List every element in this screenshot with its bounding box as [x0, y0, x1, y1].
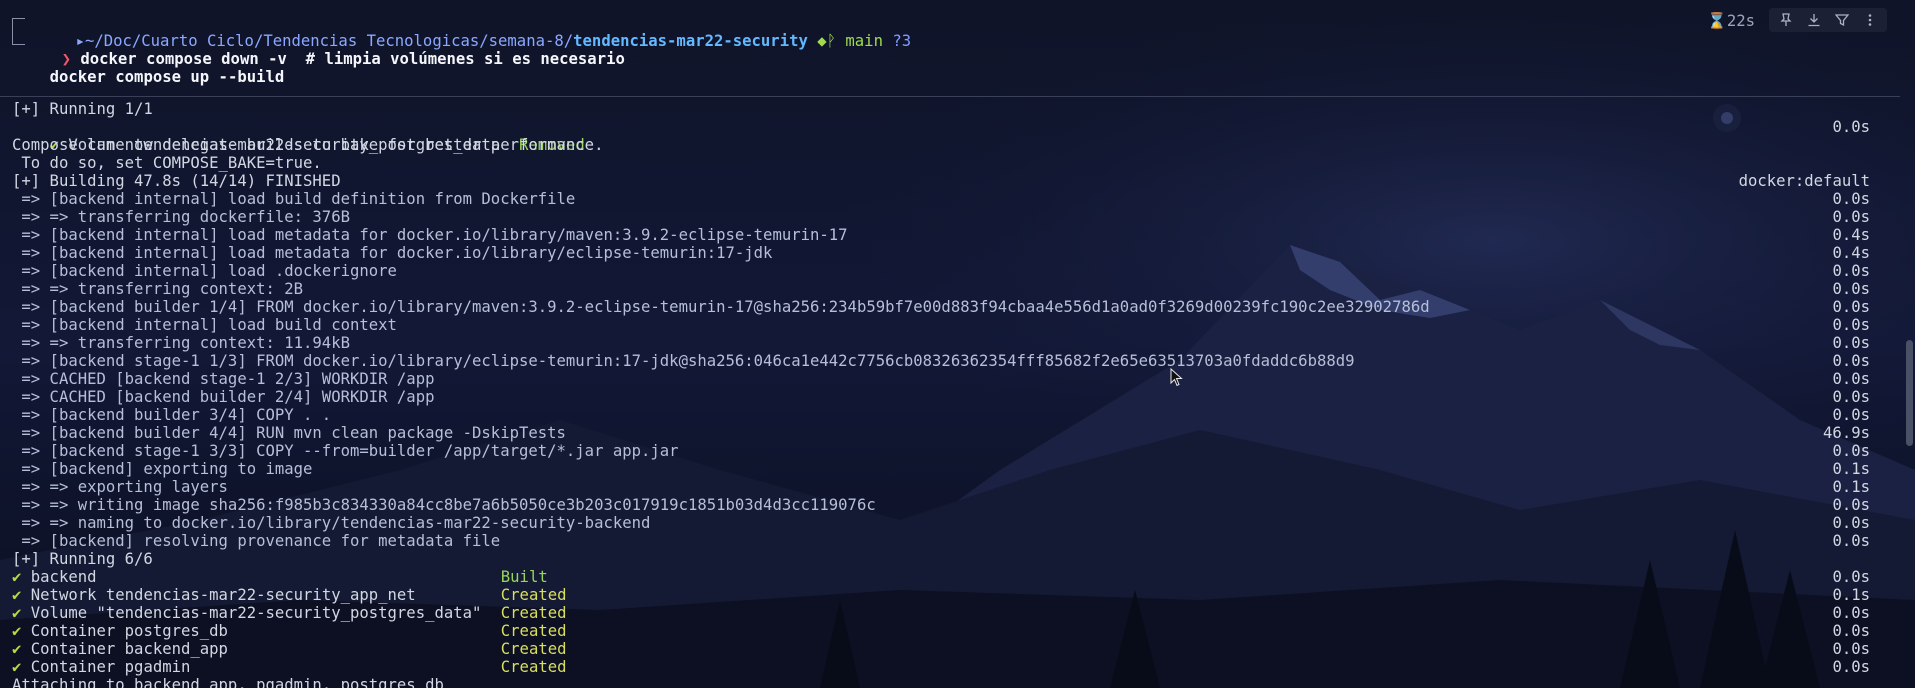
command-line-2: docker compose up --build: [49, 68, 285, 86]
volume-removed-time: 0.0s: [1832, 118, 1870, 136]
git-status: ?3: [892, 32, 912, 50]
build-step-time: 0.0s: [1832, 352, 1870, 370]
build-step-time: 46.9s: [1823, 424, 1870, 442]
output-running-1: [+] Running 1/1: [12, 100, 153, 118]
build-step-line: => [backend stage-1 3/3] COPY --from=bui…: [12, 442, 679, 460]
service-status: Created: [500, 586, 567, 604]
build-step-time: 0.0s: [1832, 316, 1870, 334]
service-time: 0.0s: [1832, 622, 1870, 640]
build-step-line: => => exporting layers: [12, 478, 228, 496]
build-step-line: => [backend stage-1 1/3] FROM docker.io/…: [12, 352, 1355, 370]
build-step-line: => [backend internal] load metadata for …: [12, 226, 848, 244]
build-step-time: 0.4s: [1832, 226, 1870, 244]
build-step-line: => => writing image sha256:f985b3c834330…: [12, 496, 876, 514]
builder-name: docker:default: [1738, 172, 1870, 190]
terminal-toolbar: [1769, 8, 1887, 32]
service-line: ✔ Network tendencias-mar22-security_app_…: [12, 586, 567, 604]
separator-line: [0, 96, 1900, 97]
prompt-input-line: ❯ docker compose down -v # limpia volúme…: [24, 32, 625, 68]
attaching-line: Attaching to backend_app, pgadmin, postg…: [12, 676, 444, 688]
git-icon: ◆: [817, 32, 827, 50]
build-step-time: 0.1s: [1832, 460, 1870, 478]
check-icon: ✔: [12, 568, 22, 586]
service-status: Created: [500, 622, 567, 640]
build-step-line: => => transferring dockerfile: 376B: [12, 208, 350, 226]
build-step-time: 0.0s: [1832, 208, 1870, 226]
build-step-line: => [backend builder 4/4] RUN mvn clean p…: [12, 424, 566, 442]
service-time: 0.0s: [1832, 658, 1870, 676]
git-branch: main: [845, 32, 883, 50]
service-status: Built: [500, 568, 548, 586]
build-step-line: => [backend] resolving provenance for me…: [12, 532, 501, 550]
service-status: Created: [500, 604, 567, 622]
build-step-line: => => transferring context: 11.94kB: [12, 334, 350, 352]
build-step-line: => => naming to docker.io/library/tenden…: [12, 514, 651, 532]
build-step-time: 0.4s: [1832, 244, 1870, 262]
service-line: ✔ backend Built: [12, 568, 548, 586]
service-time: 0.0s: [1832, 568, 1870, 586]
build-step-time: 0.0s: [1832, 298, 1870, 316]
build-step-time: 0.0s: [1832, 532, 1870, 550]
build-step-line: => [backend builder 1/4] FROM docker.io/…: [12, 298, 1430, 316]
build-step-time: 0.0s: [1832, 280, 1870, 298]
build-step-time: 0.0s: [1832, 496, 1870, 514]
build-step-line: => [backend internal] load metadata for …: [12, 244, 773, 262]
scrollbar-thumb[interactable]: [1906, 340, 1913, 446]
service-time: 0.0s: [1832, 604, 1870, 622]
service-time: 0.0s: [1832, 640, 1870, 658]
build-step-line: => CACHED [backend builder 2/4] WORKDIR …: [12, 388, 435, 406]
service-name: Container backend_app: [30, 640, 228, 658]
more-icon[interactable]: [1861, 11, 1879, 29]
service-line: ✔ Container backend_app Created: [12, 640, 567, 658]
building-header: [+] Building 47.8s (14/14) FINISHED: [12, 172, 341, 190]
build-step-time: 0.0s: [1832, 406, 1870, 424]
service-name: Volume "tendencias-mar22-security_postgr…: [30, 604, 482, 622]
command-duration: ⌛22s: [1707, 12, 1755, 30]
command-line-2-row: docker compose up --build: [12, 50, 285, 86]
service-line: ✔ Volume "tendencias-mar22-security_post…: [12, 604, 567, 622]
build-step-time: 0.0s: [1832, 514, 1870, 532]
build-step-time: 0.0s: [1832, 262, 1870, 280]
build-step-line: => [backend internal] load build context: [12, 316, 397, 334]
prompt-line: ▸~/Doc/Cuarto Ciclo/Tendencias Tecnologi…: [38, 14, 912, 50]
service-name: Container postgres_db: [30, 622, 228, 640]
branch-icon: ᚹ: [826, 32, 837, 50]
build-step-line: => [backend internal] load .dockerignore: [12, 262, 397, 280]
build-step-time: 0.1s: [1832, 478, 1870, 496]
build-step-time: 0.0s: [1832, 370, 1870, 388]
check-icon: ✔: [12, 622, 22, 640]
build-step-line: => [backend] exporting to image: [12, 460, 313, 478]
service-name: backend: [30, 568, 97, 586]
service-status: Created: [500, 640, 567, 658]
mouse-cursor-icon: [1170, 368, 1183, 387]
filter-icon[interactable]: [1833, 11, 1851, 29]
service-time: 0.1s: [1832, 586, 1870, 604]
build-step-line: => [backend internal] load build definit…: [12, 190, 576, 208]
download-icon[interactable]: [1805, 11, 1823, 29]
service-status: Created: [500, 658, 567, 676]
check-icon: ✔: [12, 586, 22, 604]
build-step-line: => CACHED [backend stage-1 2/3] WORKDIR …: [12, 370, 435, 388]
volume-removed-line: ✔ Volume tendencias-mar22-security_postg…: [12, 118, 585, 154]
build-step-time: 0.0s: [1832, 190, 1870, 208]
build-step-time: 0.0s: [1832, 442, 1870, 460]
build-step-line: => [backend builder 3/4] COPY . .: [12, 406, 332, 424]
build-step-time: 0.0s: [1832, 388, 1870, 406]
pin-icon[interactable]: [1777, 11, 1795, 29]
build-step-time: 0.0s: [1832, 334, 1870, 352]
output-running-6: [+] Running 6/6: [12, 550, 153, 568]
service-name: Network tendencias-mar22-security_app_ne…: [30, 586, 416, 604]
check-icon: ✔: [12, 640, 22, 658]
service-line: ✔ Container pgadmin Created: [12, 658, 567, 676]
check-icon: ✔: [12, 658, 22, 676]
service-name: Container pgadmin: [30, 658, 191, 676]
terminal-window[interactable]: ▸~/Doc/Cuarto Ciclo/Tendencias Tecnologi…: [0, 0, 1900, 688]
service-line: ✔ Container postgres_db Created: [12, 622, 567, 640]
build-step-line: => => transferring context: 2B: [12, 280, 304, 298]
bake-notice-1: Compose can now delegate builds to bake …: [12, 136, 604, 154]
check-icon: ✔: [12, 604, 22, 622]
bake-notice-2: To do so, set COMPOSE_BAKE=true.: [12, 154, 322, 172]
